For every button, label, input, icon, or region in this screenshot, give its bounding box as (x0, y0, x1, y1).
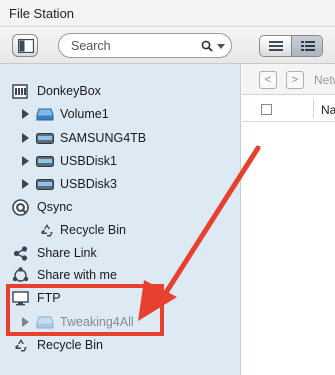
highlight-box (6, 284, 164, 336)
sidebar-toggle-button[interactable] (12, 34, 38, 57)
tree-item-label: Share with me (37, 268, 117, 282)
tree-item-share-link[interactable]: Share Link (0, 242, 241, 265)
back-button[interactable]: < (259, 71, 277, 89)
usb-drive-icon (36, 133, 54, 144)
toolbar: Search (0, 27, 335, 64)
tree-item-label: Qsync (37, 200, 73, 214)
tree-item-samsung4tb[interactable]: SAMSUNG4TB (0, 127, 241, 150)
usb-drive-icon (36, 179, 54, 190)
window-title: File Station (9, 6, 75, 21)
search-placeholder: Search (71, 39, 111, 53)
name-column-header[interactable]: Na (321, 103, 335, 117)
chevron-down-icon[interactable] (217, 44, 225, 49)
share-link-icon (13, 246, 28, 261)
tree-item-qsync[interactable]: Qsync (0, 196, 241, 219)
list-view-icon (269, 41, 283, 51)
breadcrumb[interactable]: Netw (314, 73, 335, 87)
qsync-icon (12, 199, 29, 216)
tree-item-label: Volume1 (60, 107, 109, 121)
volume-drive-icon (36, 108, 54, 121)
list-view-button[interactable] (260, 36, 292, 56)
search-icon[interactable] (201, 40, 213, 52)
tree-item-label: DonkeyBox (37, 84, 101, 98)
tree-item-qsync-recycle-bin[interactable]: Recycle Bin (0, 219, 241, 242)
forward-button[interactable]: > (286, 71, 304, 89)
tree-item-volume1[interactable]: Volume1 (0, 103, 241, 126)
tree-item-label: USBDisk1 (60, 154, 117, 168)
tree-item-label: SAMSUNG4TB (60, 131, 147, 145)
tree-item-label: Share Link (37, 246, 97, 260)
tree-item-usbdisk3[interactable]: USBDisk3 (0, 173, 241, 196)
tree-item-label: Recycle Bin (60, 223, 126, 237)
tree-item-label: USBDisk3 (60, 177, 117, 191)
tree-item-donkeybox[interactable]: DonkeyBox (0, 80, 241, 103)
detail-view-button[interactable] (292, 36, 322, 56)
view-mode-switcher (259, 35, 323, 57)
search-field[interactable]: Search (58, 33, 232, 58)
expand-arrow-icon[interactable] (22, 156, 29, 166)
expand-arrow-icon[interactable] (22, 133, 29, 143)
recycle-bin-icon (15, 339, 27, 352)
column-divider (313, 99, 314, 118)
tree-item-label: Recycle Bin (37, 338, 103, 352)
expand-arrow-icon[interactable] (22, 109, 29, 119)
expand-arrow-icon[interactable] (22, 179, 29, 189)
usb-drive-icon (36, 156, 54, 167)
detail-view-icon (301, 41, 315, 51)
select-all-checkbox[interactable] (261, 104, 272, 115)
path-navigation-bar: < > Netw (242, 64, 335, 95)
nas-server-icon (12, 84, 28, 99)
window-titlebar: File Station (0, 0, 335, 27)
tree-item-usbdisk1[interactable]: USBDisk1 (0, 150, 241, 173)
file-list-pane: < > Netw Na (242, 64, 335, 375)
sidebar-panel-icon (18, 39, 34, 53)
file-list-header: Na (242, 96, 335, 122)
share-with-me-icon (12, 267, 29, 282)
recycle-bin-icon (41, 224, 53, 237)
tree-item-recycle-bin[interactable]: Recycle Bin (0, 334, 241, 357)
